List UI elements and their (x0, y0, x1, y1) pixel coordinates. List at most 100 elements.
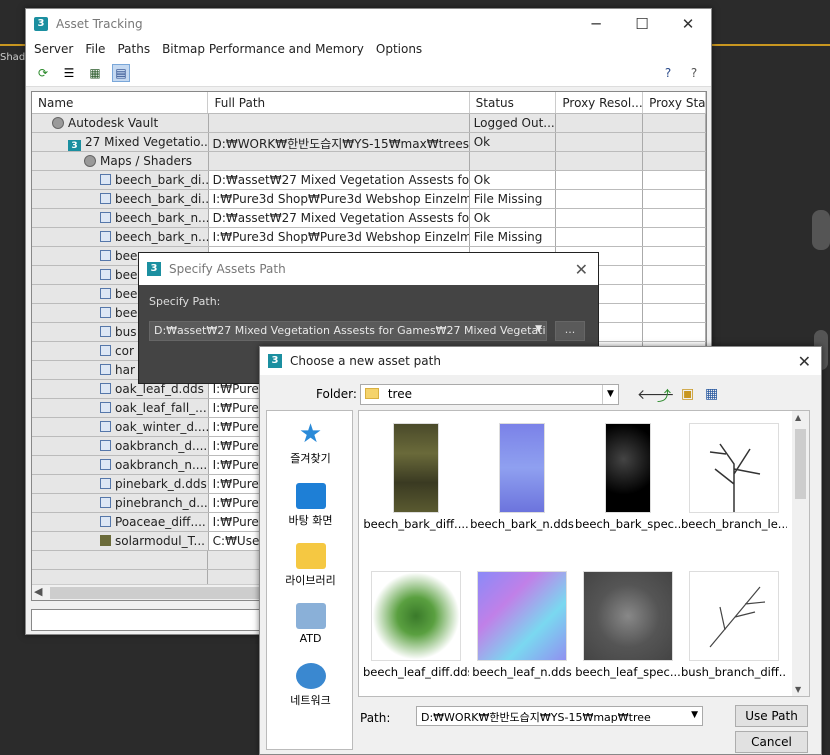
folder-icon (365, 388, 379, 399)
place-libraries[interactable]: 라이브러리 (267, 543, 354, 588)
place-label: ATD (299, 632, 322, 645)
row-name: bus (115, 325, 137, 339)
scroll-down-icon[interactable]: ▼ (795, 685, 801, 694)
place-network[interactable]: 네트워크 (267, 663, 354, 708)
file-item[interactable]: beech_leaf_n.dds (469, 571, 575, 679)
menu-options[interactable]: Options (376, 42, 422, 56)
cell-name: pinebranch_d.... (32, 494, 209, 512)
place-computer[interactable]: ATD (267, 603, 354, 645)
place-favorites[interactable]: ★ 즐겨찾기 (267, 421, 354, 466)
texture-file-icon (100, 516, 111, 527)
row-name: oak_leaf_fall_... (115, 401, 207, 415)
table-row[interactable]: 3 27 Mixed Vegetatio... D:₩WORK₩한반도습지₩YS-1… (32, 133, 706, 152)
row-name: bee (115, 306, 138, 320)
refresh-icon[interactable]: ⟳ (34, 64, 52, 82)
thumbnail-view-icon[interactable]: ▦ (86, 64, 104, 82)
table-row[interactable]: Autodesk Vault Logged Out... (32, 114, 706, 133)
cell-proxy-status (643, 133, 706, 151)
row-name: Poaceae_diff.... (115, 515, 206, 529)
file-item[interactable]: beech_branch_le... (681, 423, 787, 531)
file-thumbnail (605, 423, 651, 513)
path-dropdown[interactable]: D:₩WORK₩한반도습지₩YS-15₩map₩tree ▼ (416, 706, 703, 726)
file-thumbnail (499, 423, 545, 513)
texture-file-icon (100, 402, 111, 413)
folder-value: tree (387, 387, 412, 401)
table-row[interactable]: beech_bark_n... D:₩asset₩27 Mixed Vegetat… (32, 209, 706, 228)
folder-dropdown[interactable]: tree ▼ (360, 384, 619, 405)
place-label: 네트워크 (290, 694, 331, 707)
branch-thumbnail-icon (709, 443, 761, 512)
close-button[interactable]: ✕ (575, 260, 588, 279)
cell-name: oak_winter_d.... (32, 418, 209, 436)
close-button[interactable]: ✕ (798, 352, 811, 371)
column-full-path[interactable]: Full Path (208, 92, 470, 113)
row-name: beech_bark_di... (115, 173, 209, 187)
folder-label: Folder: (316, 387, 357, 401)
cell-proxy-resolution (556, 152, 644, 170)
texture-file-icon (100, 364, 111, 375)
column-name[interactable]: Name (32, 92, 209, 113)
use-path-button[interactable]: Use Path (735, 705, 808, 727)
browse-button[interactable]: ... (555, 321, 585, 341)
scroll-up-icon[interactable]: ▲ (795, 413, 801, 422)
table-row[interactable]: beech_bark_di... D:₩asset₩27 Mixed Vegeta… (32, 171, 706, 190)
cell-proxy-status (643, 304, 706, 322)
column-status[interactable]: Status (470, 92, 557, 113)
chevron-down-icon[interactable]: ▼ (691, 710, 698, 720)
file-item[interactable]: beech_bark_diff.... (363, 423, 469, 531)
cell-name: beech_bark_n... (32, 209, 209, 227)
maximize-button[interactable]: ☐ (619, 15, 665, 33)
vault-icon (52, 117, 64, 129)
texture-file-icon (100, 269, 111, 280)
context-help-icon[interactable]: ? (685, 64, 703, 82)
file-item[interactable]: beech_bark_n.dds (469, 423, 575, 531)
row-name: bee (115, 287, 138, 301)
texture-file-icon (100, 497, 111, 508)
menu-paths[interactable]: Paths (117, 42, 150, 56)
chevron-down-icon[interactable]: ▼ (535, 324, 542, 334)
table-row[interactable]: Maps / Shaders (32, 152, 706, 171)
cell-proxy-resolution (556, 190, 644, 208)
up-folder-icon[interactable]: ⤴ (657, 386, 671, 406)
texture-file-icon (100, 345, 111, 356)
row-name: beech_bark_n... (115, 211, 209, 225)
place-desktop[interactable]: 바탕 화면 (267, 483, 354, 528)
minimize-button[interactable]: ─ (573, 15, 619, 33)
file-item[interactable]: bush_branch_diff... (681, 571, 787, 679)
3dsmax-icon: 3 (147, 262, 161, 276)
file-item[interactable]: beech_leaf_spec... (575, 571, 681, 679)
view-menu-icon[interactable]: ▦ (705, 386, 718, 402)
scroll-left-icon[interactable]: ◀ (34, 585, 42, 598)
cell-name: Maps / Shaders (32, 152, 209, 170)
path-dropdown[interactable]: D:₩asset₩27 Mixed Vegetation Assests for… (149, 321, 547, 341)
scroll-thumb[interactable] (795, 429, 806, 499)
column-proxy-status[interactable]: Proxy Statu (643, 92, 706, 113)
menu-server[interactable]: Server (34, 42, 73, 56)
close-button[interactable]: ✕ (665, 15, 711, 33)
row-name: beech_bark_di... (115, 192, 209, 206)
cell-path: D:₩asset₩27 Mixed Vegetation Assests for… (209, 171, 470, 189)
file-thumbnail (393, 423, 439, 513)
column-proxy-resolution[interactable]: Proxy Resol... (556, 92, 644, 113)
cell-status: Ok (470, 171, 557, 189)
menu-bitmap-performance[interactable]: Bitmap Performance and Memory (162, 42, 364, 56)
menu-file[interactable]: File (85, 42, 105, 56)
vertical-scrollbar[interactable]: ▲ ▼ (792, 411, 809, 696)
cell-proxy-resolution (556, 114, 644, 132)
file-item[interactable]: beech_leaf_diff.dds (363, 571, 469, 679)
table-view-icon[interactable]: ▤ (112, 63, 130, 82)
chevron-down-icon[interactable]: ▼ (602, 385, 618, 404)
cell-name (32, 551, 209, 569)
cancel-button[interactable]: Cancel (735, 731, 808, 753)
path-value: D:₩WORK₩한반도습지₩YS-15₩map₩tree (421, 711, 651, 724)
list-view-icon[interactable]: ☰ (60, 64, 78, 82)
table-row[interactable]: beech_bark_n... I:₩Pure3d Shop₩Pure3d Web… (32, 228, 706, 247)
file-item[interactable]: beech_bark_spec... (575, 423, 681, 531)
path-label: Path: (360, 711, 391, 725)
new-folder-icon[interactable]: ▣ (681, 386, 694, 402)
foliage-decoration (812, 210, 830, 250)
table-row[interactable]: beech_bark_di... I:₩Pure3d Shop₩Pure3d We… (32, 190, 706, 209)
texture-file-icon (100, 212, 111, 223)
choose-asset-path-dialog: 3 Choose a new asset path ✕ Folder: tree… (259, 346, 822, 755)
help-icon[interactable]: ? (659, 64, 677, 82)
